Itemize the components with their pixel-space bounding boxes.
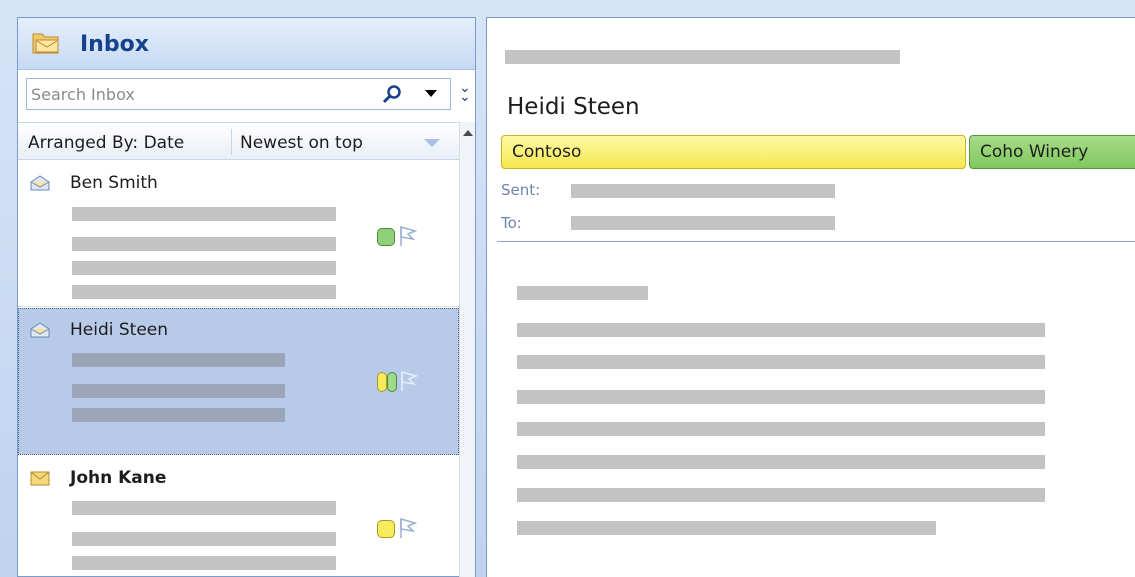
sent-value	[571, 184, 835, 198]
preview-line	[72, 207, 336, 221]
sent-label: Sent:	[501, 181, 541, 199]
message-item-ben-smith[interactable]: Ben Smith	[18, 161, 459, 307]
category-green-icon[interactable]	[377, 228, 395, 246]
body-line	[517, 488, 1045, 502]
preview-line	[72, 285, 336, 299]
message-sender: John Kane	[70, 468, 167, 488]
preview-line	[72, 384, 285, 398]
folder-icon	[32, 33, 59, 54]
message-item-john-kane[interactable]: John Kane	[18, 456, 459, 577]
body-line	[517, 355, 1045, 369]
read-envelope-icon	[30, 322, 50, 338]
pane-title: Inbox	[80, 32, 149, 57]
message-list: Ben Smith Heidi Steen John Kane	[18, 161, 459, 577]
header-divider	[497, 241, 1135, 242]
message-list-pane: Inbox ⌄⌄ Arranged By: Date Newest on top	[17, 17, 476, 577]
category-yellow-icon[interactable]	[377, 520, 395, 538]
category-yellow-icon[interactable]	[377, 372, 387, 392]
arrange-bar: Arranged By: Date Newest on top	[18, 122, 459, 160]
message-sender: Heidi Steen	[70, 320, 169, 340]
body-line	[517, 455, 1045, 469]
sort-dropdown-icon[interactable]	[424, 139, 440, 147]
divider	[231, 129, 232, 155]
preview-line	[72, 556, 336, 570]
body-line	[517, 390, 1045, 404]
search-input[interactable]	[31, 83, 361, 105]
preview-line	[72, 353, 285, 367]
sort-order-button[interactable]: Newest on top	[240, 133, 363, 153]
expand-search-icon[interactable]: ⌄ ⌄	[459, 81, 471, 104]
preview-line	[72, 237, 336, 251]
message-item-heidi-steen[interactable]: Heidi Steen	[18, 308, 459, 455]
redacted-line	[505, 50, 900, 64]
scrollbar[interactable]	[459, 122, 475, 577]
search-icon[interactable]	[382, 85, 402, 105]
scroll-up-icon[interactable]	[463, 130, 473, 136]
flag-icon[interactable]	[399, 225, 417, 247]
message-sender: Ben Smith	[70, 173, 158, 193]
preview-line	[72, 501, 336, 515]
preview-line	[72, 532, 336, 546]
category-tag-label: Coho Winery	[980, 142, 1089, 162]
flag-icon[interactable]	[399, 517, 417, 539]
unread-envelope-icon	[30, 471, 50, 486]
body-line	[517, 286, 648, 300]
to-value	[571, 216, 835, 230]
preview-line	[72, 408, 285, 422]
message-subject: Heidi Steen	[507, 94, 640, 120]
read-envelope-icon	[30, 175, 50, 191]
outlook-window: Inbox ⌄⌄ Arranged By: Date Newest on top	[0, 0, 1135, 577]
category-tag-coho-winery[interactable]: Coho Winery	[969, 135, 1135, 169]
search-box[interactable]	[26, 78, 451, 110]
category-green-icon[interactable]	[387, 372, 397, 392]
to-label: To:	[501, 214, 522, 232]
pane-header: Inbox	[18, 18, 475, 70]
body-line	[517, 521, 936, 535]
body-line	[517, 323, 1045, 337]
flag-icon[interactable]	[400, 370, 418, 392]
preview-line	[72, 261, 336, 275]
search-options-dropdown-icon[interactable]	[425, 90, 437, 97]
reading-pane: Heidi Steen Contoso Coho Winery Sent: To…	[486, 17, 1135, 577]
body-line	[517, 422, 1045, 436]
category-tag-label: Contoso	[512, 142, 582, 162]
category-tag-contoso[interactable]: Contoso	[501, 135, 966, 169]
arranged-by-button[interactable]: Arranged By: Date	[28, 133, 184, 153]
